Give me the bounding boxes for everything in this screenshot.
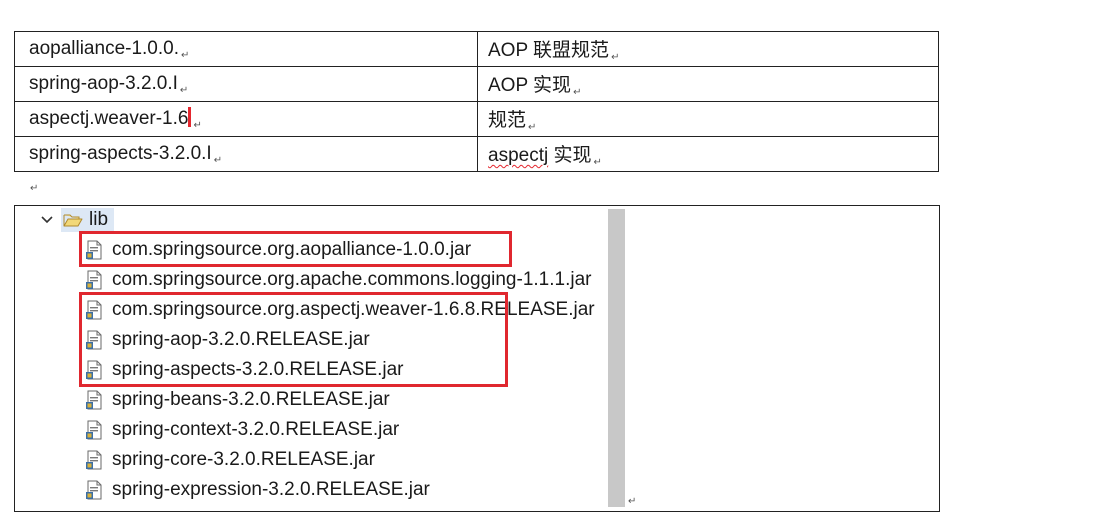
tree-item-jar[interactable]: spring-beans-3.2.0.RELEASE.jar <box>85 386 390 414</box>
tree-item-jar[interactable]: spring-context-3.2.0.RELEASE.jar <box>85 416 399 444</box>
tree-item-label: spring-beans-3.2.0.RELEASE.jar <box>112 389 390 410</box>
table-cell-name: spring-aspects-3.2.0.I ↵ <box>14 136 478 172</box>
table-cell-name: aopalliance-1.0.0. ↵ <box>14 31 478 67</box>
text-cursor <box>188 107 192 127</box>
paragraph-mark-icon: ↵ <box>593 157 602 168</box>
tree-item-label: com.springsource.org.apache.commons.logg… <box>112 269 592 290</box>
tree-item-jar[interactable]: spring-core-3.2.0.RELEASE.jar <box>85 446 375 474</box>
tree-item-jar[interactable]: com.springsource.org.apache.commons.logg… <box>85 266 591 294</box>
paragraph-mark-icon: ↵ <box>528 122 537 133</box>
table-cell-name: aspectj.weaver-1.6 ↵ <box>14 101 478 137</box>
project-tree-panel: lib com.springsource.org.aopalliance-1.0… <box>14 205 940 512</box>
paragraph-mark-icon: ↵ <box>181 49 190 61</box>
jar-file-icon <box>86 390 102 410</box>
highlight-box-aspects-group <box>79 292 508 387</box>
table-row: aspectj.weaver-1.6 ↵ 规范 ↵ <box>14 101 939 137</box>
paragraph-mark-icon: ↵ <box>213 154 223 166</box>
jar-file-icon <box>86 270 102 290</box>
table-cell-name: spring-aop-3.2.0.I ↵ <box>14 66 478 102</box>
tree-item-label: spring-expression-3.2.0.RELEASE.jar <box>112 479 430 500</box>
paragraph-mark-icon: ↵ <box>30 183 39 194</box>
jar-file-icon <box>86 480 102 500</box>
tree-item-label: spring-context-3.2.0.RELEASE.jar <box>112 419 400 440</box>
paragraph-mark-icon: ↵ <box>573 87 582 98</box>
jar-file-icon <box>86 420 102 440</box>
scrollbar[interactable] <box>608 209 625 507</box>
table-row: aopalliance-1.0.0. ↵ AOP 联盟规范 ↵ <box>14 31 939 67</box>
clip-mask <box>625 206 939 511</box>
tree-item-label: spring-core-3.2.0.RELEASE.jar <box>112 449 375 470</box>
table-cell-desc: AOP 实现 ↵ <box>477 66 939 102</box>
tree-item-jar[interactable]: spring-expression-3.2.0.RELEASE.jar <box>85 476 430 504</box>
table-cell-desc: AOP 联盟规范 ↵ <box>477 31 939 67</box>
paragraph-mark-icon: ↵ <box>193 120 202 131</box>
highlight-box-aopalliance <box>79 231 512 267</box>
chevron-down-icon[interactable] <box>39 212 55 228</box>
table-row: spring-aop-3.2.0.I ↵ AOP 实现 ↵ <box>14 66 939 102</box>
jar-file-icon <box>86 450 102 470</box>
library-table: aopalliance-1.0.0. ↵ AOP 联盟规范 ↵ spring-aop… <box>14 31 939 172</box>
tree-folder-lib[interactable]: lib <box>39 206 115 234</box>
paragraph-mark-icon: ↵ <box>611 52 620 63</box>
paragraph-mark-icon: ↵ <box>179 84 189 96</box>
paragraph-mark-icon: ↵ <box>628 496 637 507</box>
table-row: spring-aspects-3.2.0.I ↵ aspectj 实现 ↵ <box>14 136 939 172</box>
table-cell-desc: aspectj 实现 ↵ <box>477 136 939 172</box>
spellcheck-word: aspectj <box>488 145 549 166</box>
table-cell-desc: 规范 ↵ <box>477 101 939 137</box>
folder-label: lib <box>89 209 109 230</box>
folder-selection[interactable]: lib <box>61 208 115 232</box>
folder-open-icon <box>63 214 83 227</box>
